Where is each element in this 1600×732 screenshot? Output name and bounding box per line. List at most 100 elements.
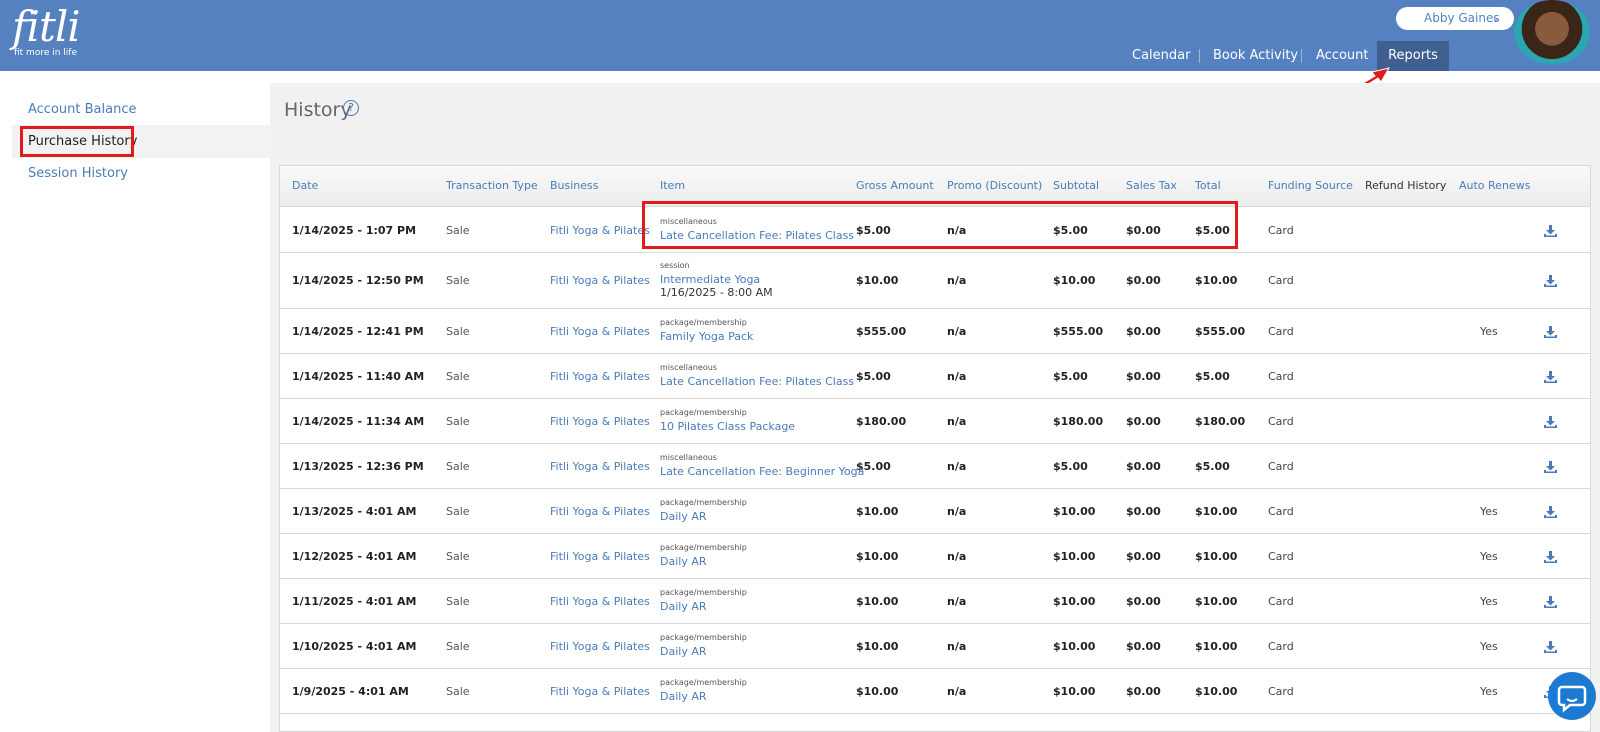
row-date: 1/13/2025 - 12:36 PM	[292, 460, 424, 473]
user-menu-button[interactable]: Abby Gaines ⌄	[1396, 7, 1514, 30]
row-item-link[interactable]: Intermediate Yoga	[660, 273, 760, 286]
row-item-link[interactable]: Family Yoga Pack	[660, 330, 753, 343]
row-item-link[interactable]: Daily AR	[660, 690, 707, 703]
row-item-link[interactable]: Daily AR	[660, 600, 707, 613]
row-sales-tax: $0.00	[1126, 595, 1161, 608]
logo-text: fitli	[12, 2, 81, 51]
row-subtotal: $10.00	[1053, 640, 1096, 653]
avatar[interactable]	[1514, 0, 1590, 64]
row-item-link[interactable]: 10 Pilates Class Package	[660, 420, 795, 433]
table-row: 1/14/2025 - 11:34 AM Sale Fitli Yoga & Pil…	[280, 399, 1590, 444]
row-business-link[interactable]: Fitli Yoga & Pilates	[550, 640, 650, 653]
row-business-link[interactable]: Fitli Yoga & Pilates	[550, 595, 650, 608]
row-item-link[interactable]: Late Cancellation Fee: Beginner Yoga	[660, 465, 864, 478]
row-item-category: package/membership	[660, 498, 747, 507]
table-row: 1/11/2025 - 4:01 AM Sale Fitli Yoga & Pila…	[280, 579, 1590, 624]
row-business-link[interactable]: Fitli Yoga & Pilates	[550, 505, 650, 518]
row-funding-source: Card	[1268, 370, 1294, 383]
fitli-logo[interactable]: fitli fit more in life	[10, 2, 100, 62]
col-promo[interactable]: Promo (Discount)	[947, 179, 1042, 192]
row-business-link[interactable]: Fitli Yoga & Pilates	[550, 224, 650, 237]
row-funding-source: Card	[1268, 224, 1294, 237]
row-auto-renews: Yes	[1480, 640, 1498, 653]
nav-divider	[1301, 49, 1302, 63]
logo-tagline: fit more in life	[14, 48, 78, 58]
download-icon[interactable]	[1544, 371, 1557, 383]
row-funding-source: Card	[1268, 640, 1294, 653]
row-sales-tax: $0.00	[1126, 685, 1161, 698]
sidebar-item-session-history[interactable]: Session History	[28, 166, 128, 181]
nav-calendar[interactable]: Calendar	[1132, 41, 1190, 71]
col-date[interactable]: Date	[292, 179, 318, 192]
row-item-category: session	[660, 261, 690, 270]
row-sales-tax: $0.00	[1126, 415, 1161, 428]
chat-button[interactable]	[1548, 672, 1596, 720]
row-item-link[interactable]: Late Cancellation Fee: Pilates Class	[660, 375, 854, 388]
row-business-link[interactable]: Fitli Yoga & Pilates	[550, 370, 650, 383]
row-transaction-type: Sale	[446, 224, 470, 237]
row-sales-tax: $0.00	[1126, 640, 1161, 653]
row-business-link[interactable]: Fitli Yoga & Pilates	[550, 274, 650, 287]
row-transaction-type: Sale	[446, 685, 470, 698]
row-subtotal: $180.00	[1053, 415, 1104, 428]
row-gross-amount: $10.00	[856, 274, 899, 287]
row-business-link[interactable]: Fitli Yoga & Pilates	[550, 685, 650, 698]
row-item-link[interactable]: Daily AR	[660, 645, 707, 658]
row-business-link[interactable]: Fitli Yoga & Pilates	[550, 415, 650, 428]
download-icon[interactable]	[1544, 596, 1557, 608]
sidebar-item-account-balance[interactable]: Account Balance	[28, 102, 136, 117]
col-item[interactable]: Item	[660, 179, 685, 192]
row-item-link[interactable]: Daily AR	[660, 555, 707, 568]
col-subtotal[interactable]: Subtotal	[1053, 179, 1099, 192]
row-business-link[interactable]: Fitli Yoga & Pilates	[550, 325, 650, 338]
download-icon[interactable]	[1544, 225, 1557, 237]
row-promo: n/a	[947, 415, 967, 428]
col-transaction-type[interactable]: Transaction Type	[446, 179, 538, 192]
col-business[interactable]: Business	[550, 179, 599, 192]
row-date: 1/14/2025 - 11:34 AM	[292, 415, 425, 428]
download-icon[interactable]	[1544, 551, 1557, 563]
row-funding-source: Card	[1268, 505, 1294, 518]
col-total[interactable]: Total	[1195, 179, 1221, 192]
row-funding-source: Card	[1268, 325, 1294, 338]
page-title: History	[284, 99, 352, 121]
download-icon[interactable]	[1544, 461, 1557, 473]
download-icon[interactable]	[1544, 326, 1557, 338]
row-date: 1/11/2025 - 4:01 AM	[292, 595, 417, 608]
col-sales-tax[interactable]: Sales Tax	[1126, 179, 1177, 192]
download-icon[interactable]	[1544, 416, 1557, 428]
col-funding-source[interactable]: Funding Source	[1268, 179, 1353, 192]
row-date: 1/14/2025 - 11:40 AM	[292, 370, 425, 383]
row-funding-source: Card	[1268, 460, 1294, 473]
row-item-link[interactable]: Daily AR	[660, 510, 707, 523]
row-total: $555.00	[1195, 325, 1246, 338]
download-icon[interactable]	[1544, 506, 1557, 518]
row-sales-tax: $0.00	[1126, 370, 1161, 383]
row-funding-source: Card	[1268, 415, 1294, 428]
table-row: 1/14/2025 - 11:40 AM Sale Fitli Yoga & Pil…	[280, 354, 1590, 399]
help-icon[interactable]: ?	[343, 100, 359, 116]
row-transaction-type: Sale	[446, 415, 470, 428]
row-total: $5.00	[1195, 460, 1230, 473]
col-gross-amount[interactable]: Gross Amount	[856, 179, 934, 192]
row-total: $10.00	[1195, 274, 1238, 287]
download-icon[interactable]	[1544, 275, 1557, 287]
nav-book-activity[interactable]: Book Activity	[1213, 41, 1298, 71]
row-item-category: package/membership	[660, 318, 747, 327]
row-gross-amount: $555.00	[856, 325, 907, 338]
row-promo: n/a	[947, 274, 967, 287]
row-subtotal: $5.00	[1053, 460, 1088, 473]
row-promo: n/a	[947, 460, 967, 473]
row-total: $10.00	[1195, 685, 1238, 698]
row-gross-amount: $10.00	[856, 685, 899, 698]
col-auto-renews[interactable]: Auto Renews	[1459, 179, 1530, 192]
row-business-link[interactable]: Fitli Yoga & Pilates	[550, 550, 650, 563]
row-promo: n/a	[947, 505, 967, 518]
table-row: 1/14/2025 - 12:50 PM Sale Fitli Yoga & Pil…	[280, 253, 1590, 309]
row-item-category: package/membership	[660, 408, 747, 417]
row-promo: n/a	[947, 550, 967, 563]
row-funding-source: Card	[1268, 685, 1294, 698]
download-icon[interactable]	[1544, 641, 1557, 653]
row-total: $10.00	[1195, 550, 1238, 563]
row-business-link[interactable]: Fitli Yoga & Pilates	[550, 460, 650, 473]
